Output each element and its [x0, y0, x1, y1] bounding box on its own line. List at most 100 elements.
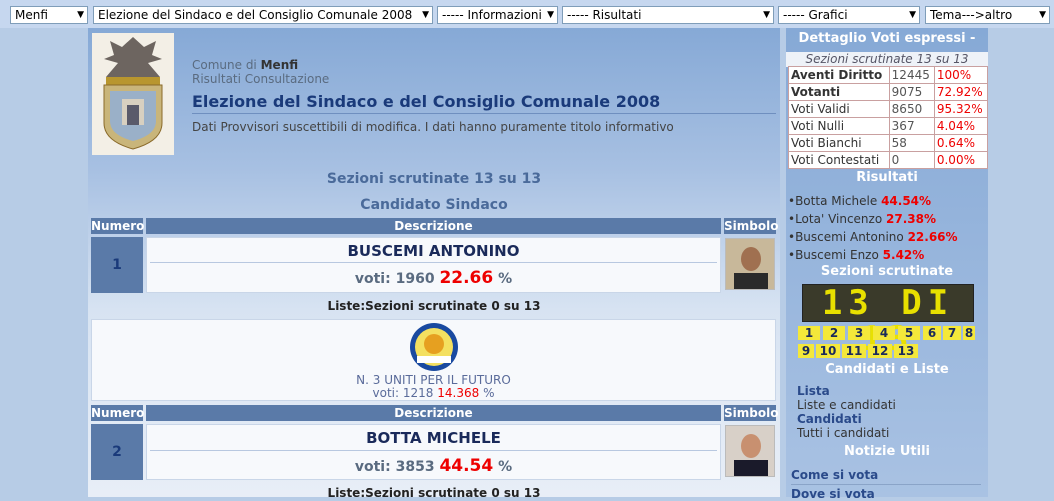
candidati-link[interactable]: Candidati — [797, 412, 862, 426]
section-link[interactable]: 12 — [868, 344, 892, 358]
comune-select[interactable]: Menfi ▼ — [10, 6, 88, 24]
informazioni-select[interactable]: ----- Informazioni ▼ — [437, 6, 558, 24]
risultati-item: •Buscemi Enzo 5.42% — [788, 248, 924, 262]
municipality-crest-logo — [92, 33, 174, 155]
list-name[interactable]: N. 3 UNITI PER IL FUTURO — [91, 373, 776, 387]
dove-si-vota-link[interactable]: Dove si vota — [791, 487, 875, 501]
stats-value: 58 — [888, 134, 935, 152]
candidate-votes: voti: 1960 22.66 % — [146, 268, 721, 288]
led-counter-display: 13 DI 13 — [802, 284, 974, 357]
lista-link[interactable]: Lista — [797, 384, 830, 398]
page-subtitle: Risultati Consultazione — [192, 72, 330, 86]
notizie-utili-title: Notizie Utili — [844, 444, 930, 459]
section-link[interactable]: 1 — [798, 326, 820, 340]
stats-row: Voti Bianchi 58 0.64% — [788, 134, 989, 152]
risultati-percent: 27.38% — [886, 212, 936, 226]
votes-count: 3853 — [395, 459, 435, 475]
section-link[interactable]: 11 — [842, 344, 866, 358]
elezione-select[interactable]: Elezione del Sindaco e del Consiglio Com… — [93, 6, 433, 24]
sezioni-scrutinate-heading: Sezioni scrutinate 13 su 13 — [326, 171, 542, 187]
risultati-item: •Lota' Vincenzo 27.38% — [788, 212, 936, 226]
title-underline — [192, 113, 776, 114]
candidate-name[interactable]: BOTTA MICHELE — [146, 429, 721, 447]
stats-label: Aventi Diritto — [788, 66, 890, 84]
chevron-down-icon: ▼ — [77, 10, 84, 20]
section-link[interactable]: 7 — [943, 326, 961, 340]
column-header-simbolo: Simbolo — [724, 218, 779, 234]
stats-row: Aventi Diritto 12445 100% — [788, 66, 989, 84]
votes-label: voti: — [354, 271, 391, 287]
risultati-name: •Botta Michele — [788, 194, 878, 208]
comune-prefix: Comune di — [192, 58, 257, 72]
stats-row: Voti Validi 8650 95.32% — [788, 100, 989, 118]
stats-label: Voti Validi — [788, 100, 890, 118]
candidate-photo — [725, 425, 775, 477]
list-logo-icon — [409, 322, 459, 372]
disclaimer-note: Dati Provvisori suscettibili di modifica… — [192, 120, 674, 134]
section-link[interactable]: 2 — [823, 326, 845, 340]
candidate-name[interactable]: BUSCEMI ANTONINO — [146, 242, 721, 260]
section-link[interactable]: 9 — [798, 344, 814, 358]
sidebar-divider — [791, 484, 981, 485]
votes-label: voti: — [354, 459, 391, 475]
section-link[interactable]: 5 — [898, 326, 920, 340]
stats-percent: 95.32% — [933, 100, 989, 118]
votes-count: 1960 — [395, 271, 435, 287]
risultati-select-value: ----- Risultati — [567, 8, 642, 22]
section-link[interactable]: 3 — [848, 326, 870, 340]
stats-percent: 4.04% — [933, 117, 989, 135]
stats-percent: 72.92% — [933, 83, 989, 101]
stats-row: Voti Contestati 0 0.00% — [788, 151, 989, 169]
stats-value: 12445 — [888, 66, 935, 84]
section-link[interactable]: 4 — [873, 326, 895, 340]
dettaglio-voti-subtitle: Sezioni scrutinate 13 su 13 — [786, 52, 988, 67]
section-link[interactable]: 8 — [963, 326, 975, 340]
risultati-name: •Buscemi Antonino — [788, 230, 904, 244]
stats-value: 9075 — [888, 83, 935, 101]
risultati-item: •Botta Michele 44.54% — [788, 194, 931, 208]
risultati-name: •Lota' Vincenzo — [788, 212, 883, 226]
tema-select-value: Tema--->altro — [930, 8, 1013, 22]
percent-sign: % — [498, 459, 513, 475]
risultati-percent: 5.42% — [882, 248, 925, 262]
sezioni-title: Sezioni scrutinate — [820, 264, 954, 279]
stats-label: Votanti — [788, 83, 890, 101]
candidati-liste-title: Candidati e Liste — [825, 362, 949, 377]
column-header-descrizione: Descrizione — [146, 405, 721, 421]
stats-row: Voti Nulli 367 4.04% — [788, 117, 989, 135]
elezione-select-value: Elezione del Sindaco e del Consiglio Com… — [98, 8, 413, 22]
section-link[interactable]: 13 — [894, 344, 918, 358]
list-votes: voti: 1218 14.368 % — [91, 386, 776, 400]
risultati-title: Risultati — [856, 170, 918, 185]
candidate-divider — [150, 450, 717, 451]
stats-label: Voti Nulli — [788, 117, 890, 135]
page-title: Elezione del Sindaco e del Consiglio Com… — [192, 92, 661, 111]
column-header-numero: Numero — [91, 405, 145, 421]
candidate-number: 1 — [91, 237, 143, 293]
stats-value: 367 — [888, 117, 935, 135]
chevron-down-icon: ▼ — [422, 10, 429, 20]
chevron-down-icon: ▼ — [547, 10, 554, 20]
come-si-vota-link[interactable]: Come si vota — [791, 468, 878, 482]
percent-sign: % — [483, 386, 495, 400]
comune-select-value: Menfi — [15, 8, 48, 22]
risultati-item: •Buscemi Antonino 22.66% — [788, 230, 958, 244]
stats-value: 8650 — [888, 100, 935, 118]
informazioni-select-value: ----- Informazioni — [442, 8, 542, 22]
list-votes-label: voti: — [372, 386, 400, 400]
candidato-sindaco-heading: Candidato Sindaco — [360, 197, 508, 213]
section-link[interactable]: 6 — [923, 326, 941, 340]
section-link[interactable]: 10 — [816, 344, 840, 358]
risultati-select[interactable]: ----- Risultati ▼ — [562, 6, 774, 24]
chevron-down-icon: ▼ — [763, 10, 770, 20]
tema-select[interactable]: Tema--->altro ▼ — [925, 6, 1050, 24]
votes-percent: 22.66 — [439, 268, 494, 288]
grafici-select[interactable]: ----- Grafici ▼ — [778, 6, 920, 24]
candidate-number: 2 — [91, 424, 143, 480]
risultati-name: •Buscemi Enzo — [788, 248, 879, 262]
lists-header: Liste:Sezioni scrutinate 0 su 13 — [327, 299, 541, 313]
stats-label: Voti Contestati — [788, 151, 890, 169]
dettaglio-voti-title: Dettaglio Voti espressi - — [798, 31, 976, 46]
column-header-descrizione: Descrizione — [146, 218, 721, 234]
stats-percent: 0.64% — [933, 134, 989, 152]
